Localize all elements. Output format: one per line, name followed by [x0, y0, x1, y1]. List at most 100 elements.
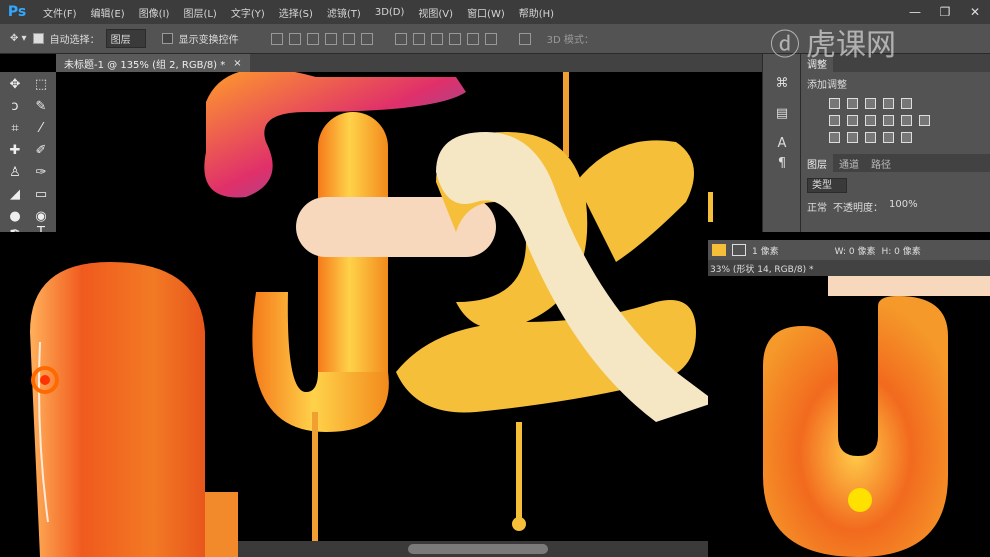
color-lookup-icon[interactable]: [919, 115, 930, 126]
black-white-icon[interactable]: [865, 115, 876, 126]
zoom-inset-right: 1 像素 W: 0 像素 H: 0 像素 33% (形状 14, RGB/8) …: [708, 232, 990, 557]
brush-tool-icon[interactable]: ✐: [30, 140, 52, 160]
gradient-map-icon[interactable]: [883, 132, 894, 143]
align-bottom-icon[interactable]: [306, 32, 319, 45]
auto-select-dropdown[interactable]: 图层: [105, 29, 146, 48]
watermark-text: 虎课网: [806, 28, 896, 63]
align-top-icon[interactable]: [270, 32, 283, 45]
distribute-right-icon[interactable]: [484, 32, 497, 45]
show-transform-checkbox[interactable]: [161, 33, 173, 44]
document-tab-title: 未标题-1 @ 135% (组 2, RGB/8) *: [64, 59, 226, 71]
posterize-icon[interactable]: [847, 132, 858, 143]
crop-tool-icon[interactable]: ⌗: [4, 118, 26, 138]
blend-row: 正常 不透明度： 100%: [801, 195, 990, 218]
menu-edit[interactable]: 编辑(E): [84, 5, 132, 20]
healing-brush-tool-icon[interactable]: ✚: [4, 140, 26, 160]
stroke-swatch[interactable]: [732, 244, 746, 256]
document-tab-bar: 未标题-1 @ 135% (组 2, RGB/8) * ×: [56, 54, 762, 72]
gradient-tool-icon[interactable]: ▭: [30, 184, 52, 204]
channel-mixer-icon[interactable]: [901, 115, 912, 126]
menu-select[interactable]: 选择(S): [272, 5, 320, 20]
close-button[interactable]: ✕: [960, 0, 990, 24]
document-tab[interactable]: 未标题-1 @ 135% (组 2, RGB/8) * ×: [56, 54, 250, 72]
scrollbar-thumb[interactable]: [408, 544, 548, 554]
watermark: ⓓ 虎课网: [770, 22, 980, 63]
menu-file[interactable]: 文件(F): [36, 5, 84, 20]
watermark-logo-icon: ⓓ: [770, 28, 800, 63]
lasso-tool-icon[interactable]: ↄ: [4, 96, 26, 116]
levels-icon[interactable]: [847, 98, 858, 109]
distribute-hcenter-icon[interactable]: [466, 32, 479, 45]
menu-window[interactable]: 窗口(W): [460, 5, 512, 20]
close-tab-icon[interactable]: ×: [233, 58, 241, 69]
auto-select-checkbox[interactable]: [32, 33, 44, 44]
hue-saturation-icon[interactable]: [829, 115, 840, 126]
adjustment-icons-row-3: [801, 129, 990, 146]
stamp-tool-icon[interactable]: ♙: [4, 162, 26, 182]
distribute-vcenter-icon[interactable]: [412, 32, 425, 45]
menu-filter[interactable]: 滤镜(T): [320, 5, 368, 20]
move-tool-icon[interactable]: ✥ ▾: [10, 33, 27, 44]
toolbox: ✥ ⬚ ↄ ✎ ⌗ ⁄ ✚ ✐ ♙ ✑ ◢ ▭ ● ◉ ✒ T: [0, 72, 56, 240]
fill-swatch[interactable]: [712, 244, 726, 256]
history-brush-tool-icon[interactable]: ✑: [30, 162, 52, 182]
auto-align-icon[interactable]: [518, 32, 531, 45]
shape-options-bar: 1 像素 W: 0 像素 H: 0 像素: [708, 240, 990, 260]
quick-select-tool-icon[interactable]: ✎: [30, 96, 52, 116]
align-vcenter-icon[interactable]: [288, 32, 301, 45]
exposure-icon[interactable]: [883, 98, 894, 109]
opacity-label: 不透明度：: [833, 203, 883, 214]
menu-layer[interactable]: 图层(L): [176, 5, 223, 20]
minimize-button[interactable]: —: [900, 0, 930, 24]
paragraph-icon[interactable]: ¶: [773, 154, 791, 172]
width-field[interactable]: W: 0 像素: [835, 244, 876, 257]
history-icon[interactable]: ⌘: [773, 74, 791, 92]
opacity-value[interactable]: 100%: [889, 199, 918, 214]
invert-icon[interactable]: [829, 132, 840, 143]
mode-3d-label: 3D 模式：: [546, 35, 594, 46]
height-field[interactable]: H: 0 像素: [881, 244, 920, 257]
restore-button[interactable]: ❐: [930, 0, 960, 24]
stroke-width[interactable]: 1 像素: [752, 244, 779, 257]
auto-select-label: 自动选择：: [49, 35, 100, 46]
layer-filter-dropdown[interactable]: 类型: [807, 178, 847, 193]
tab-channels[interactable]: 通道: [833, 156, 865, 171]
window-controls: — ❐ ✕: [900, 0, 990, 24]
layer-filter-row: 类型: [801, 172, 990, 195]
menu-3d[interactable]: 3D(D): [368, 7, 412, 18]
threshold-icon[interactable]: [865, 132, 876, 143]
menu-image[interactable]: 图像(I): [132, 5, 177, 20]
distribute-bottom-icon[interactable]: [430, 32, 443, 45]
menu-view[interactable]: 视图(V): [411, 5, 460, 20]
zoomed-letter-right: [763, 276, 990, 557]
swatches-icon[interactable]: ▤: [773, 104, 791, 122]
zoomed-letter-left: [30, 262, 238, 557]
photoshop-logo: Ps: [7, 4, 27, 20]
move-tool-icon[interactable]: ✥: [4, 74, 26, 94]
horizontal-scrollbar[interactable]: [238, 541, 708, 557]
menu-type[interactable]: 文字(Y): [224, 5, 272, 20]
eraser-tool-icon[interactable]: ◢: [4, 184, 26, 204]
distribute-left-icon[interactable]: [448, 32, 461, 45]
align-right-icon[interactable]: [360, 32, 373, 45]
photo-filter-icon[interactable]: [883, 115, 894, 126]
character-icon[interactable]: A: [773, 134, 791, 152]
curves-icon[interactable]: [865, 98, 876, 109]
blend-mode-dropdown[interactable]: 正常: [807, 199, 827, 214]
vibrance-icon[interactable]: [901, 98, 912, 109]
zoom-inset-left: [0, 232, 238, 557]
eyedropper-tool-icon[interactable]: ⁄: [30, 118, 52, 138]
color-balance-icon[interactable]: [847, 115, 858, 126]
tab-paths[interactable]: 路径: [865, 156, 897, 171]
show-transform-label: 显示变换控件: [178, 35, 239, 46]
brightness-icon[interactable]: [829, 98, 840, 109]
distribute-top-icon[interactable]: [394, 32, 407, 45]
right-dock-strip: ⌘ ▤ A ¶: [762, 54, 800, 234]
tab-layers[interactable]: 图层: [801, 154, 833, 172]
align-left-icon[interactable]: [324, 32, 337, 45]
selective-color-icon[interactable]: [901, 132, 912, 143]
align-hcenter-icon[interactable]: [342, 32, 355, 45]
menu-help[interactable]: 帮助(H): [512, 5, 561, 20]
marquee-tool-icon[interactable]: ⬚: [30, 74, 52, 94]
adjustment-icons-row-1: [801, 95, 990, 112]
